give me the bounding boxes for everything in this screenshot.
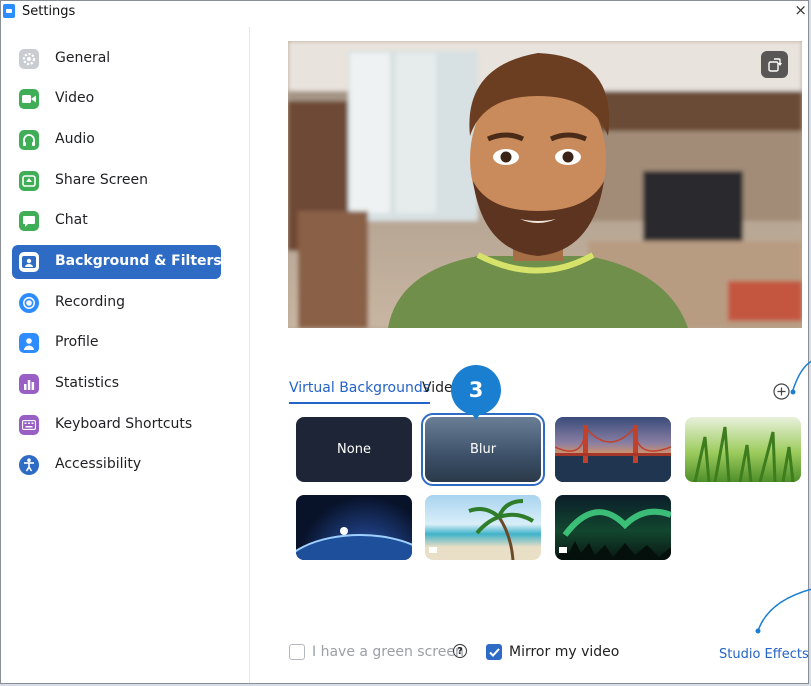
sidebar-item-keyboard-shortcuts[interactable]: Keyboard Shortcuts (12, 408, 221, 442)
sidebar-item-label: Recording (55, 294, 126, 310)
tab-virtual-backgrounds[interactable]: Virtual Backgrounds (289, 380, 431, 404)
beach-palm-image (429, 499, 535, 560)
sidebar-item-label: Background & Filters (55, 253, 222, 269)
green-screen-label: I have a green screen (312, 644, 464, 660)
record-icon (19, 293, 39, 313)
close-icon[interactable]: × (794, 2, 807, 18)
video-preview (288, 41, 802, 328)
video-indicator-icon (429, 547, 437, 553)
video-indicator-icon (559, 547, 567, 553)
sidebar-item-statistics[interactable]: Statistics (12, 367, 221, 401)
green-screen-checkbox[interactable] (289, 644, 305, 660)
gear-icon (19, 49, 39, 69)
sidebar-item-accessibility[interactable]: Accessibility (12, 448, 221, 482)
tab-video-filters[interactable]: Vide (422, 380, 453, 396)
title-bar: Settings × (1, 1, 808, 25)
headphones-icon (19, 130, 39, 150)
portrait-icon (19, 252, 39, 272)
background-blur[interactable]: Blur (421, 413, 545, 486)
settings-sidebar: General Video Audio Share Screen Chat Ba… (1, 27, 250, 683)
mirror-video-label: Mirror my video (509, 644, 620, 660)
sidebar-item-share-screen[interactable]: Share Screen (12, 164, 221, 198)
rotate-video-button[interactable] (761, 51, 788, 78)
background-grass[interactable] (685, 417, 801, 482)
bar-chart-icon (19, 374, 39, 394)
accessibility-icon (19, 455, 39, 475)
video-camera-icon (19, 89, 39, 109)
callout-pointer (790, 360, 811, 395)
zoom-app-icon (3, 4, 15, 18)
callout-pointer (755, 588, 811, 634)
person-icon (19, 333, 39, 353)
sidebar-item-label: Audio (55, 131, 95, 147)
sidebar-item-general[interactable]: General (12, 42, 221, 76)
background-none[interactable]: None (296, 417, 412, 482)
background-aurora[interactable] (555, 495, 671, 560)
golden-gate-bridge-image (555, 424, 671, 482)
sidebar-item-label: Video (55, 90, 95, 106)
sidebar-item-recording[interactable]: Recording (12, 286, 221, 320)
chat-bubble-icon (19, 211, 39, 231)
sidebar-item-label: Statistics (55, 375, 119, 391)
background-golden-gate-bridge[interactable] (555, 417, 671, 482)
mirror-video-checkbox[interactable] (486, 644, 502, 660)
window-title: Settings (22, 4, 76, 19)
share-screen-icon (19, 171, 39, 191)
sidebar-item-label: Share Screen (55, 172, 148, 188)
sidebar-item-background-filters[interactable]: Background & Filters (12, 245, 222, 279)
help-icon[interactable]: ? (453, 644, 467, 658)
add-background-button[interactable] (772, 382, 790, 400)
keyboard-icon (19, 415, 39, 435)
sidebar-item-label: Chat (55, 212, 88, 228)
background-earth-from-space[interactable] (296, 495, 412, 560)
rotate-icon (768, 58, 782, 72)
sidebar-item-label: General (55, 50, 111, 66)
grass-image (693, 426, 795, 482)
step-number-badge: 3 (451, 365, 501, 420)
background-filters-panel: Virtual Backgrounds Vide None Blur 3 I h… (250, 27, 811, 683)
sidebar-item-audio[interactable]: Audio (12, 123, 221, 157)
sidebar-item-label: Profile (55, 334, 99, 350)
background-label: None (337, 442, 371, 457)
sidebar-item-profile[interactable]: Profile (12, 326, 221, 360)
background-label: Blur (469, 442, 497, 457)
sidebar-item-label: Accessibility (55, 456, 142, 472)
settings-window: Settings × General Video Audio Share Scr… (0, 0, 811, 684)
earth-image (296, 527, 412, 560)
preview-avatar-illustration (288, 41, 802, 328)
sidebar-item-label: Keyboard Shortcuts (55, 416, 193, 432)
sidebar-item-chat[interactable]: Chat (12, 204, 221, 238)
background-beach-palm[interactable] (425, 495, 541, 560)
aurora-image (555, 508, 671, 560)
studio-effects-link[interactable]: Studio Effects (719, 647, 809, 662)
plus-circle-icon (772, 382, 790, 400)
sidebar-item-video[interactable]: Video (12, 82, 221, 116)
